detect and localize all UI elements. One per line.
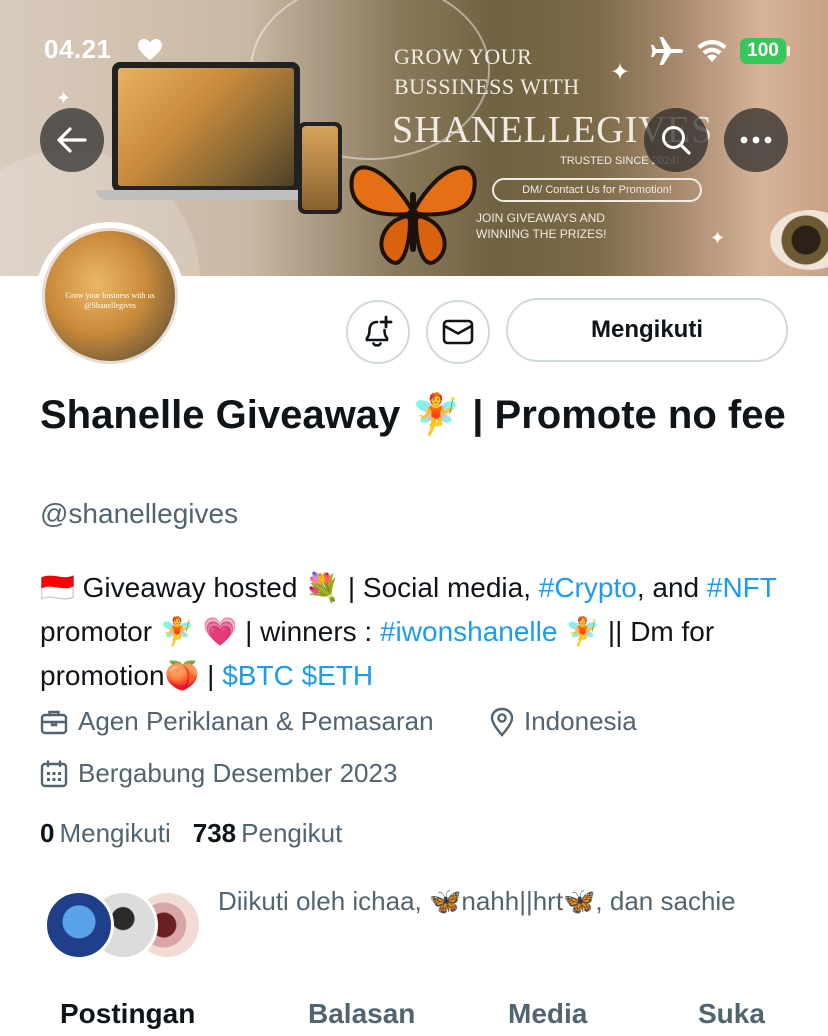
following-label: Mengikuti — [59, 818, 171, 848]
profile-tabs: Postingan Balasan Media Suka — [0, 992, 828, 1036]
banner-eye-image — [770, 210, 828, 270]
followers-label: Pengikut — [241, 818, 343, 848]
battery-level: 100 — [740, 38, 786, 64]
back-button[interactable] — [40, 108, 104, 172]
follow-counts: 0 Mengikuti 738 Pengikut — [40, 818, 364, 849]
profile-handle: @shanellegives — [40, 498, 239, 529]
message-button[interactable] — [426, 300, 490, 364]
bell-plus-icon — [365, 315, 393, 347]
heart-icon — [138, 39, 162, 60]
avatar-text: Grow your business with us @Shanellegive… — [65, 291, 155, 310]
sparkle-icon: ✦ — [56, 88, 72, 108]
tab-posts[interactable]: Postingan — [60, 998, 195, 1030]
banner-laptop-image — [112, 62, 300, 192]
following-count-link[interactable]: 0 Mengikuti — [40, 818, 171, 849]
sparkle-icon: ✦ — [710, 228, 726, 248]
bio-text: promotor 🧚 💗 | winners : — [40, 616, 380, 647]
status-time: 04.21 — [44, 34, 112, 64]
joined-label: Bergabung Desember 2023 — [78, 758, 398, 788]
bio-text: 🇮🇩 Giveaway hosted 💐 | Social media, — [40, 572, 539, 603]
cashtag-link[interactable]: $BTC — [222, 660, 294, 691]
banner-phone-image — [298, 122, 342, 214]
profile-bio: 🇮🇩 Giveaway hosted 💐 | Social media, #Cr… — [40, 566, 810, 698]
tab-media[interactable]: Media — [508, 998, 587, 1030]
profile-joined: Bergabung Desember 2023 — [40, 758, 397, 789]
notifications-button[interactable] — [346, 300, 410, 364]
banner-headline-2: BUSSINESS WITH — [394, 74, 580, 99]
banner-laptop-base — [96, 190, 320, 200]
more-horizontal-icon — [740, 136, 772, 144]
profile-location: Indonesia — [490, 706, 637, 737]
map-pin-icon — [490, 707, 514, 737]
cashtag-link[interactable]: $ETH — [302, 660, 374, 691]
followers-count-link[interactable]: 738 Pengikut — [193, 818, 343, 849]
location-label: Indonesia — [524, 706, 637, 736]
hashtag-link[interactable]: #Crypto — [539, 572, 637, 603]
butterfly-icon — [349, 165, 477, 265]
profile-category: Agen Periklanan & Pemasaran — [40, 706, 434, 737]
search-icon — [662, 126, 691, 155]
search-button[interactable] — [644, 108, 708, 172]
calendar-icon — [40, 759, 68, 787]
followed-by-text[interactable]: Diikuti oleh ichaa, 🦋nahh||hrt🦋, dan sac… — [218, 882, 778, 920]
avatar — [44, 890, 114, 960]
display-name: Shanelle Giveaway 🧚 | Promote no fee — [40, 393, 786, 437]
tab-likes[interactable]: Suka — [698, 998, 765, 1030]
following-button[interactable]: Mengikuti — [506, 298, 788, 362]
bio-text — [294, 660, 302, 691]
battery-indicator: 100 — [740, 38, 790, 64]
profile-avatar[interactable]: Grow your business with us @Shanellegive… — [36, 222, 184, 370]
followers-count: 738 — [192, 818, 237, 848]
bio-text: , and — [636, 572, 707, 603]
tab-replies[interactable]: Balasan — [308, 998, 415, 1030]
category-label: Agen Periklanan & Pemasaran — [78, 706, 434, 736]
hashtag-link[interactable]: #iwonshanelle — [380, 616, 557, 647]
banner-giveaway-text: JOIN GIVEAWAYS AND WINNING THE PRIZES! — [476, 211, 607, 241]
banner-cta: DM/ Contact Us for Promotion! — [492, 178, 702, 202]
hashtag-link[interactable]: #NFT — [707, 572, 777, 603]
following-count: 0 — [40, 818, 55, 848]
envelope-icon — [442, 319, 474, 345]
arrow-left-icon — [57, 127, 87, 153]
airplane-mode-icon — [651, 37, 683, 65]
more-button[interactable] — [724, 108, 788, 172]
briefcase-icon — [40, 710, 68, 734]
status-bar: 04.21 100 — [0, 28, 828, 72]
followed-by-avatars[interactable] — [44, 890, 204, 960]
wifi-icon — [697, 40, 727, 62]
